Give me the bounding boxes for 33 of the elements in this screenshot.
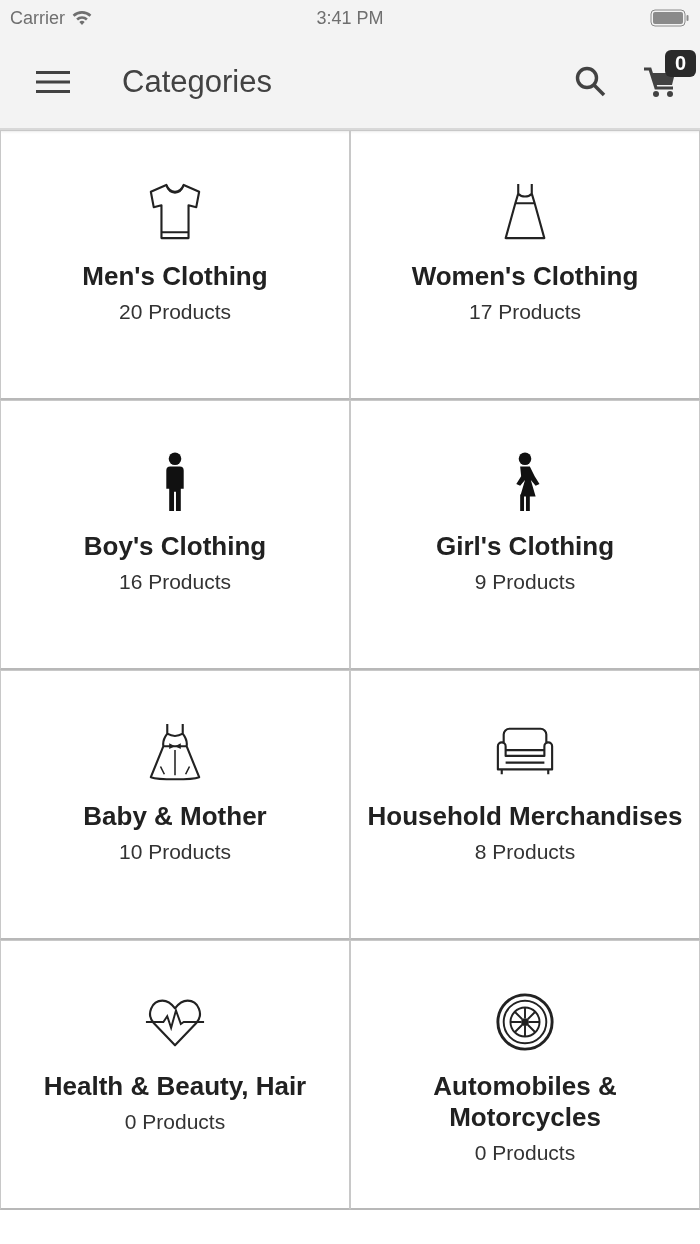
page-title: Categories [122, 64, 272, 100]
category-name: Automobiles & Motorcycles [432, 1071, 618, 1133]
product-count: 20 Products [118, 300, 232, 324]
product-count: 17 Products [468, 300, 582, 324]
product-count: 10 Products [118, 840, 232, 864]
search-button[interactable] [574, 65, 608, 99]
product-count: 8 Products [474, 840, 576, 864]
category-tile[interactable]: Baby & Mother 10 Products [0, 670, 350, 940]
category-tile[interactable]: Household Merchandises 8 Products [350, 670, 700, 940]
category-tile[interactable]: Girl's Clothing 9 Products [350, 400, 700, 670]
cart-count-badge: 0 [664, 50, 696, 77]
wheel-icon [494, 991, 556, 1053]
category-name: Boy's Clothing [82, 531, 268, 562]
category-tile[interactable]: Automobiles & Motorcycles 0 Products [350, 940, 700, 1210]
category-name: Health & Beauty, Hair [42, 1071, 308, 1102]
category-tile[interactable]: Boy's Clothing 16 Products [0, 400, 350, 670]
product-count: 16 Products [118, 570, 232, 594]
category-tile[interactable]: Women's Clothing 17 Products [350, 130, 700, 400]
product-count: 9 Products [474, 570, 576, 594]
carrier-label: Carrier [10, 7, 65, 29]
category-name: Household Merchandises [366, 801, 684, 832]
status-time: 3:41 PM [316, 7, 384, 29]
wifi-icon [71, 10, 93, 26]
category-name: Baby & Mother [82, 801, 268, 832]
category-name: Women's Clothing [410, 261, 640, 292]
menu-button[interactable] [36, 69, 70, 95]
category-name: Men's Clothing [81, 261, 269, 292]
category-name: Girl's Clothing [434, 531, 616, 562]
category-tile[interactable]: Men's Clothing 20 Products [0, 130, 350, 400]
battery-icon [650, 9, 690, 27]
product-count: 0 Products [474, 1141, 576, 1165]
category-tile[interactable]: Health & Beauty, Hair 0 Products [0, 940, 350, 1210]
product-count: 0 Products [124, 1110, 226, 1134]
